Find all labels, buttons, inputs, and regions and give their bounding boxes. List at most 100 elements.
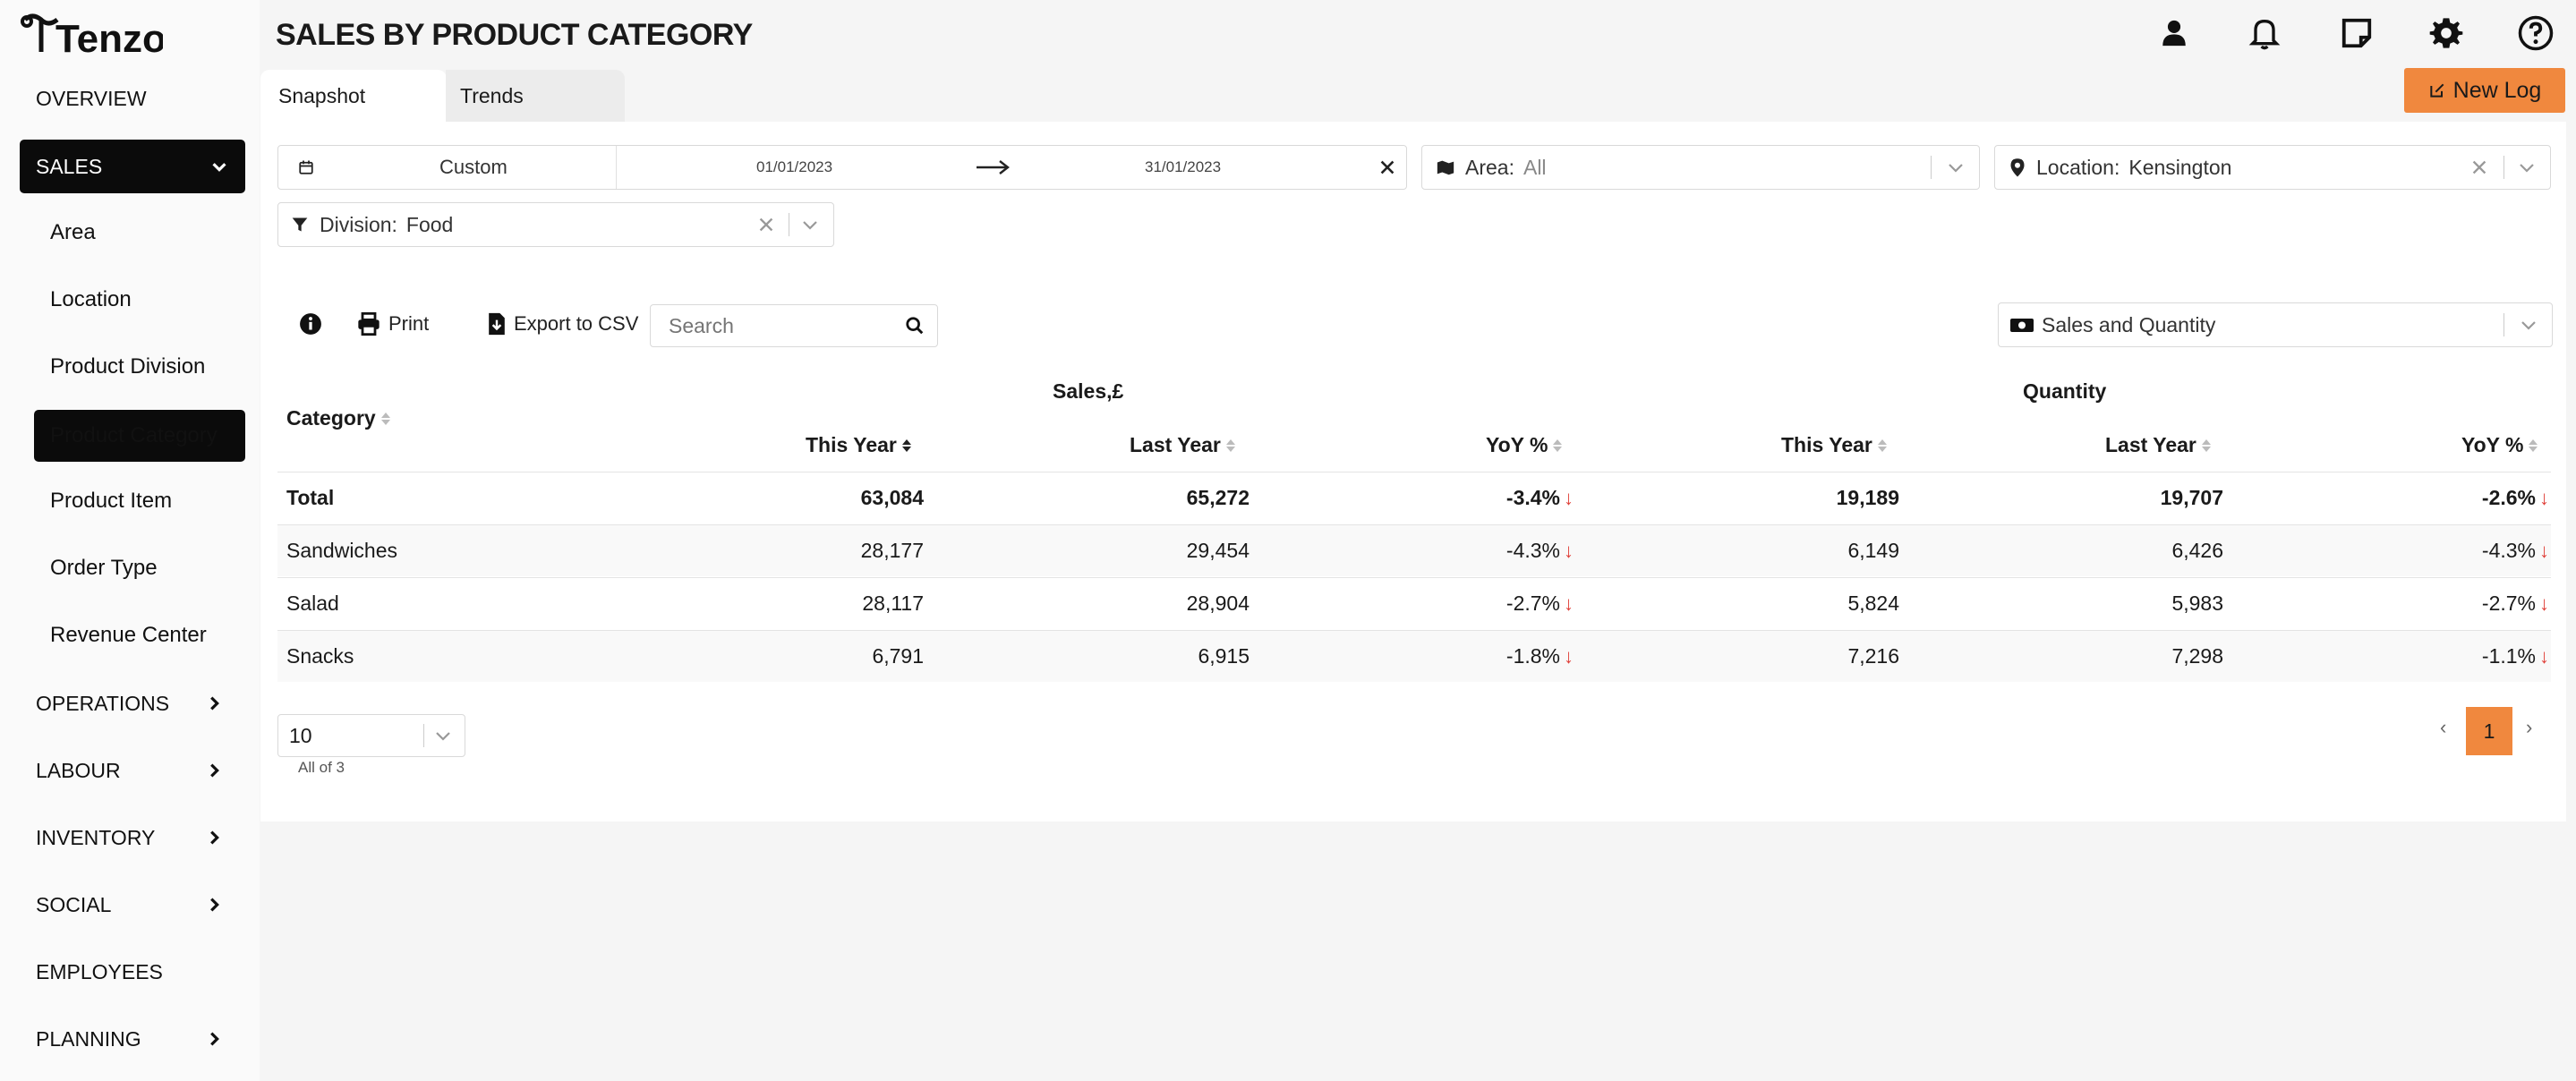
search-input[interactable] [669,313,901,338]
table-row-total: Total 63,084 65,272 -3.4% ↓ 19,189 19,707… [277,472,2551,523]
table-row: Salad 28,117 28,904 -2.7% ↓ 5,824 5,983 -… [277,577,2551,629]
bell-icon[interactable] [2244,13,2285,54]
money-icon [2010,319,2034,332]
export-csv-button[interactable]: Export to CSV [487,308,638,340]
area-filter-label: Area: [1465,155,1514,179]
sidebar-item-area[interactable]: Area [50,217,96,249]
tab-snapshot[interactable]: Snapshot [260,70,447,122]
nav-inventory[interactable]: INVENTORY [36,821,224,854]
column-header-label: This Year [1781,433,1872,456]
next-page-button[interactable]: › [2526,716,2532,739]
clear-icon[interactable] [2469,157,2489,177]
nav-social[interactable]: SOCIAL [36,889,224,921]
tab-snapshot-label: Snapshot [278,83,366,107]
cell-qty-last-year: 19,707 [2160,486,2223,509]
nav-operations-label: OPERATIONS [36,691,170,715]
tenzo-logo[interactable]: Tenzo [20,7,163,61]
cell-qty-yoy: -4.3% ↓ [2482,539,2549,563]
column-header-sales-yoy[interactable]: YoY % [1486,433,1563,457]
nav-overview[interactable]: OVERVIEW [36,82,242,115]
page-size-select[interactable]: 10 [277,714,465,757]
cell-qty-yoy: -1.1% ↓ [2482,644,2549,668]
sidebar-item-location[interactable]: Location [50,284,132,316]
cell-category: Salad [286,592,339,615]
division-filter[interactable]: Division: Food [277,202,834,247]
info-button[interactable] [299,308,322,340]
sidebar-item-product-category[interactable]: Product Category [34,410,245,462]
sidebar: Tenzo OVERVIEW SALES Area Location Produ… [0,0,260,1081]
location-filter[interactable]: Location: Kensington [1994,145,2551,190]
column-header-label: Last Year [2105,433,2196,456]
area-filter[interactable]: Area: All [1421,145,1980,190]
date-mode-select[interactable]: Custom [278,146,617,189]
sidebar-item-label: Product Category [50,423,218,447]
cell-sales-last-year: 6,915 [1198,644,1250,668]
printer-icon [358,311,380,336]
cell-value: -2.7% [2481,592,2536,615]
division-filter-label: Division: [320,212,397,236]
search-icon[interactable] [905,316,925,336]
nav-labour-label: LABOUR [36,758,121,782]
division-filter-value: Food [405,212,454,236]
cell-sales-this-year: 6,791 [872,644,924,668]
table-row: Sandwiches 28,177 29,454 -4.3% ↓ 6,149 6,… [277,524,2551,576]
new-log-label: New Log [2452,77,2542,103]
nav-planning[interactable]: PLANNING [36,1023,224,1055]
new-log-button[interactable]: New Log [2404,68,2565,113]
sidebar-item-product-division[interactable]: Product Division [50,351,205,383]
column-header-qty-last-year[interactable]: Last Year [2105,433,2211,457]
cell-sales-last-year: 29,454 [1186,539,1250,562]
help-icon[interactable] [2515,13,2556,54]
cell-sales-last-year: 28,904 [1186,592,1250,615]
column-header-sales-last-year[interactable]: Last Year [1130,433,1235,457]
page-title: SALES BY PRODUCT CATEGORY [276,18,753,52]
prev-page-button[interactable]: ‹ [2440,716,2446,739]
arrow-down-icon: ↓ [2539,644,2549,668]
gear-icon[interactable] [2426,13,2467,54]
print-button[interactable]: Print [356,308,429,340]
search-field[interactable] [650,304,938,347]
page-button-1[interactable]: 1 [2466,707,2512,755]
sidebar-item-product-item[interactable]: Product Item [50,485,172,517]
nav-labour[interactable]: LABOUR [36,754,224,787]
location-pin-icon [2010,158,2025,177]
date-to-input[interactable]: 31/01/2023 [1145,158,1221,176]
sidebar-item-order-type[interactable]: Order Type [50,552,158,584]
arrow-right-icon [977,160,1010,174]
sidebar-item-revenue-center[interactable]: Revenue Center [50,619,207,651]
calendar-icon [299,160,313,174]
column-header-sales-this-year[interactable]: This Year [806,433,911,457]
column-header-qty-yoy[interactable]: YoY % [2461,433,2538,457]
cell-qty-this-year: 5,824 [1847,592,1899,615]
view-select-value: Sales and Quantity [2042,312,2216,336]
date-from-input[interactable]: 01/01/2023 [756,158,832,176]
clear-icon[interactable] [756,215,776,234]
cell-category: Sandwiches [286,539,398,562]
nav-employees[interactable]: EMPLOYEES [36,956,224,988]
tab-trends-label: Trends [460,83,524,107]
tab-trends[interactable]: Trends [446,70,625,122]
column-header-label: This Year [806,433,897,456]
nav-employees-label: EMPLOYEES [36,959,163,983]
cell-category: Total [286,486,335,509]
chevron-down-icon [1949,164,1963,173]
arrow-down-icon: ↓ [1564,592,1574,615]
view-select[interactable]: Sales and Quantity [1998,302,2553,347]
note-icon[interactable] [2336,13,2377,54]
user-icon[interactable] [2154,13,2195,54]
column-header-category[interactable]: Category [286,406,390,430]
separator [423,724,424,747]
nav-sales[interactable]: SALES [20,140,245,193]
cell-value: -1.8% [1506,644,1560,668]
column-header-qty-this-year[interactable]: This Year [1781,433,1887,457]
svg-text:Tenzo: Tenzo [55,17,163,61]
clear-icon[interactable] [1378,157,1397,177]
cell-sales-yoy: -3.4% ↓ [1506,486,1574,510]
file-download-icon [489,312,505,336]
column-header-label: Category [286,406,376,430]
export-csv-label: Export to CSV [514,312,639,335]
group-header-quantity: Quantity [2023,379,2107,403]
cell-sales-this-year: 28,177 [860,539,924,562]
nav-social-label: SOCIAL [36,892,112,916]
nav-operations[interactable]: OPERATIONS [36,687,224,719]
